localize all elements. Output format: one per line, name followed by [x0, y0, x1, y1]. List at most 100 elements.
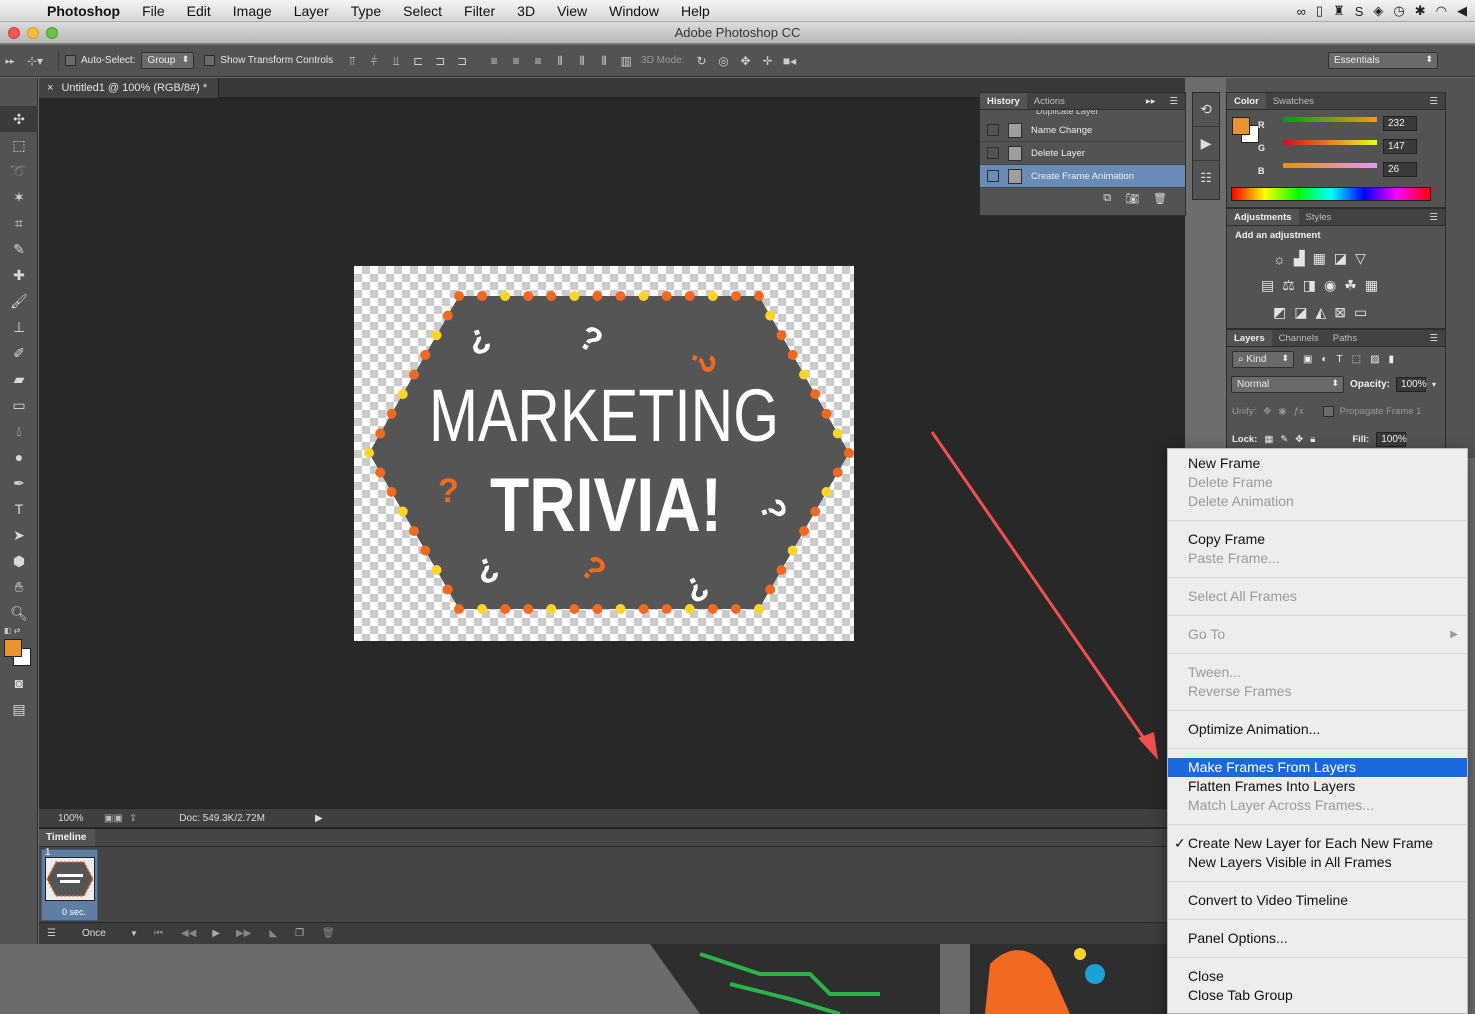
close-tab-icon[interactable]: × [47, 82, 53, 94]
tab-swatches[interactable]: Swatches [1266, 93, 1321, 109]
marquee-tool-icon[interactable]: ⬚ [0, 132, 38, 158]
healing-brush-tool-icon[interactable]: ✚ [0, 262, 38, 288]
history-dock-icon[interactable]: ⟲ [1193, 93, 1219, 127]
creative-cloud-icon[interactable]: ∞ [1297, 4, 1306, 19]
auto-select-dropdown[interactable]: Group [141, 52, 195, 69]
menu-item-flatten-frames-into-layers[interactable]: Flatten Frames Into Layers [1168, 777, 1467, 796]
shape-tool-icon[interactable]: ⬢ [0, 548, 38, 574]
3d-roll-icon[interactable]: ◎ [714, 53, 732, 69]
channel-r-value[interactable]: 232 [1383, 116, 1417, 131]
dodge-tool-icon[interactable]: ● [0, 444, 38, 470]
type-tool-icon[interactable]: T [0, 496, 38, 522]
default-colors-icon[interactable]: ◧ ⇄ [4, 626, 20, 635]
threshold-icon[interactable]: ◭ [1315, 304, 1326, 321]
evernote-icon[interactable]: ♜ [1333, 3, 1345, 19]
channel-r-slider[interactable] [1283, 117, 1377, 122]
lock-image-icon[interactable]: ✎ [1280, 434, 1288, 445]
wifi-icon[interactable]: ◠ [1436, 3, 1447, 19]
screen-mode-icon[interactable]: ▤ [0, 696, 38, 722]
status-preview-icon[interactable]: ▣▣ [104, 813, 123, 824]
menu-item-create-new-layer-for-each-new-frame[interactable]: Create New Layer for Each New Frame ✓ [1168, 834, 1467, 853]
filter-kind-dropdown[interactable]: ⌕ Kind [1232, 350, 1294, 368]
color-lookup-icon[interactable]: ▦ [1365, 277, 1378, 294]
frame-delay[interactable]: 0 sec. [62, 907, 86, 917]
delete-state-icon[interactable]: 🗑︎ [1153, 192, 1167, 205]
lock-all-icon[interactable]: 🔒︎ [1310, 434, 1315, 445]
history-brush-tool-icon[interactable]: ✐ [0, 340, 38, 366]
menu-filter[interactable]: Filter [453, 3, 506, 19]
align-bottom-icon[interactable]: ⫫ [387, 53, 405, 69]
menu-item-convert-to-video-timeline[interactable]: Convert to Video Timeline [1168, 891, 1467, 910]
show-transform-checkbox[interactable] [204, 55, 216, 66]
history-menu-icon[interactable]: ☰ [1162, 93, 1185, 109]
play-icon[interactable]: ▶ [212, 928, 220, 939]
hue-saturation-icon[interactable]: ▤ [1261, 277, 1274, 294]
document-canvas[interactable]: MARKETING TRIVIA! ¿ ? ? ? ? ¿ ? ? [354, 266, 854, 641]
status-share-icon[interactable]: ⇪ [129, 813, 137, 824]
align-vcenter-icon[interactable]: ⫩ [365, 53, 383, 69]
vibrance-icon[interactable]: ▽ [1355, 250, 1366, 267]
distribute-right-icon[interactable]: ⦀ [595, 53, 613, 69]
invert-icon[interactable]: ◩ [1273, 304, 1286, 321]
loop-dropdown-arrow-icon[interactable]: ▼ [130, 929, 138, 938]
align-left-icon[interactable]: ⊏ [409, 53, 427, 69]
exposure-icon[interactable]: ◪ [1334, 250, 1347, 267]
tab-history[interactable]: History [980, 93, 1027, 109]
history-item-selected[interactable]: Create Frame Animation [980, 165, 1185, 188]
3d-slide-icon[interactable]: ✛ [758, 53, 776, 69]
quick-mask-icon[interactable]: ◙ [0, 670, 38, 696]
color-balance-icon[interactable]: ⚖ [1282, 277, 1295, 294]
filter-toggle-icon[interactable]: ▮ [1389, 354, 1395, 365]
distribute-bottom-icon[interactable]: ≡ [529, 53, 547, 69]
color-spectrum-ramp[interactable] [1231, 187, 1431, 201]
actions-dock-icon[interactable]: ▶ [1193, 127, 1219, 161]
foreground-color-chip[interactable] [1232, 117, 1250, 135]
crop-tool-icon[interactable]: ⌗ [0, 210, 38, 236]
menu-item-new-layers-visible-in-all-frames[interactable]: New Layers Visible in All Frames [1168, 853, 1467, 872]
blend-mode-dropdown[interactable]: Normal [1231, 375, 1344, 393]
bluetooth-icon[interactable]: ✱ [1415, 3, 1426, 19]
snapshot-icon[interactable]: 📷︎ [1125, 192, 1139, 205]
timeline-frame[interactable]: 1 0 sec. [41, 847, 98, 921]
lock-position-icon[interactable]: ✥ [1295, 434, 1303, 445]
distribute-vcenter-icon[interactable]: ≡ [507, 53, 525, 69]
menu-select[interactable]: Select [392, 3, 453, 19]
menu-3d[interactable]: 3D [506, 3, 546, 19]
filter-pixel-icon[interactable]: ▣ [1303, 354, 1312, 365]
gradient-map-icon[interactable]: ▭ [1354, 304, 1367, 321]
unify-style-icon[interactable]: ƒx [1294, 406, 1304, 417]
tab-actions[interactable]: Actions [1027, 93, 1072, 109]
tab-paths[interactable]: Paths [1326, 330, 1364, 346]
mouse-icon[interactable]: ▯ [1316, 3, 1323, 19]
menu-file[interactable]: File [131, 3, 176, 19]
filter-shape-icon[interactable]: ⬚ [1352, 354, 1361, 365]
path-selection-tool-icon[interactable]: ➤ [0, 522, 38, 548]
channel-b-slider[interactable] [1283, 163, 1377, 168]
menu-item-paste-frame[interactable]: Paste Frame... [1168, 549, 1467, 568]
3d-scale-icon[interactable]: ■◂ [780, 53, 798, 69]
menu-item-tween[interactable]: Tween... [1168, 663, 1467, 682]
unify-visibility-icon[interactable]: ◉ [1278, 406, 1286, 417]
adjustments-menu-icon[interactable]: ☰ [1422, 209, 1445, 225]
menu-item-copy-frame[interactable]: Copy Frame [1168, 530, 1467, 549]
opacity-dropdown-icon[interactable]: ▾ [1432, 380, 1436, 389]
timeline-tab[interactable]: Timeline [39, 829, 95, 846]
menu-item-close-tab-group[interactable]: Close Tab Group [1168, 986, 1467, 1005]
menu-app[interactable]: Photoshop [36, 3, 131, 19]
status-menu-arrow-icon[interactable]: ▶ [315, 813, 323, 824]
distribute-left-icon[interactable]: ⦀ [551, 53, 569, 69]
filter-smart-object-icon[interactable]: ▨ [1370, 354, 1379, 365]
menu-item-delete-animation[interactable]: Delete Animation [1168, 492, 1467, 511]
channel-b-value[interactable]: 26 [1383, 162, 1417, 177]
move-tool-preset-icon[interactable]: ⊹▾ [20, 53, 50, 69]
menu-item-new-frame[interactable]: New Frame [1168, 454, 1467, 473]
color-menu-icon[interactable]: ☰ [1422, 93, 1445, 109]
menu-layer[interactable]: Layer [283, 3, 340, 19]
brightness-icon[interactable]: ☼ [1273, 251, 1286, 267]
move-tool-icon[interactable]: ✣ [0, 106, 38, 132]
fill-value[interactable]: 100% [1376, 431, 1407, 447]
eraser-tool-icon[interactable]: ▰ [0, 366, 38, 392]
minimize-window-button[interactable] [27, 27, 39, 39]
lasso-tool-icon[interactable]: ➰ [0, 158, 38, 184]
menu-item-make-frames-from-layers[interactable]: Make Frames From Layers [1168, 758, 1467, 777]
